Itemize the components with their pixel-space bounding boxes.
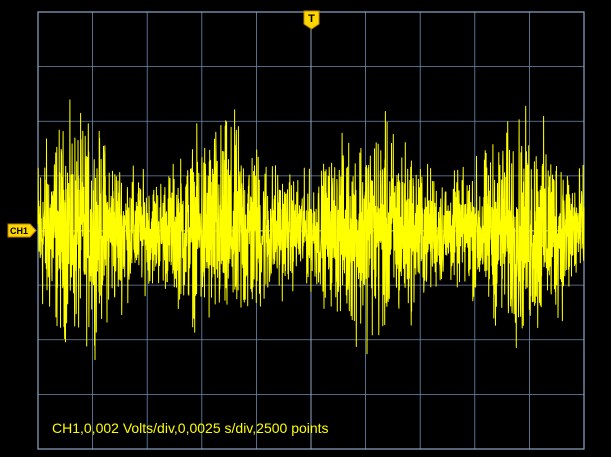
oscilloscope-display: T CH1 CH1,0,002 Volts/div,0,0025 s/div,2… (0, 0, 611, 457)
status-readout: CH1,0,002 Volts/div,0,0025 s/div,2500 po… (52, 420, 329, 436)
trigger-marker[interactable]: T (303, 10, 320, 30)
ch1-marker-label: CH1 (10, 226, 28, 236)
ch1-level-marker[interactable]: CH1 (7, 223, 37, 238)
waveform-screen[interactable] (0, 0, 611, 457)
trigger-marker-label: T (308, 13, 315, 25)
